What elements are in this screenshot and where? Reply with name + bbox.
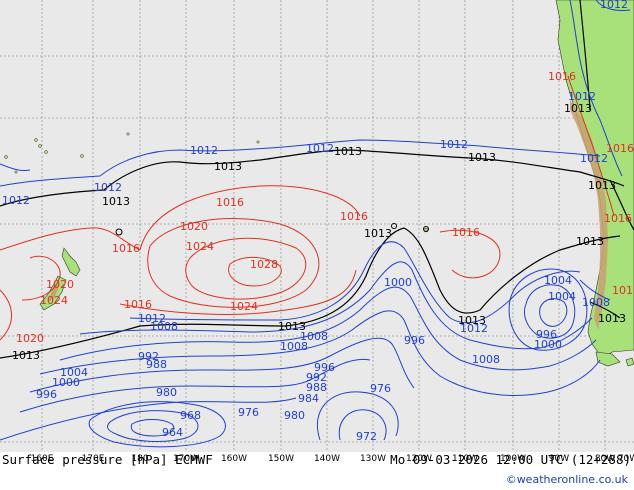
isobar-label: 1013 [364, 227, 392, 240]
isobar-label: 1008 [472, 353, 500, 366]
isobar-label: 1012 [190, 144, 218, 157]
isobar-label: 980 [284, 409, 305, 422]
isobar-label: 1013 [12, 349, 40, 362]
isobar-label: 1013 [576, 235, 604, 248]
isobar-label: 1013 [598, 312, 626, 325]
isobar-label: 980 [156, 386, 177, 399]
isobar-label: 1012 [580, 152, 608, 165]
map-title: Surface pressure [hPa] ECMWF [2, 452, 213, 467]
isobar-label: 1024 [40, 294, 68, 307]
isobar-label: 964 [162, 426, 183, 439]
lon-tick-label: 140W [314, 454, 340, 464]
isobar-label: 976 [370, 382, 391, 395]
isobar-label: 1013 [334, 145, 362, 158]
isobar-label: 988 [146, 358, 167, 371]
isobar-label: 1020 [46, 278, 74, 291]
isobar-label: 984 [298, 392, 319, 405]
isobar-label: 1012 [440, 138, 468, 151]
lon-tick-label: 150W [268, 454, 294, 464]
isobar-label: 1012 [306, 142, 334, 155]
isobar-label: 1013 [102, 195, 130, 208]
isobar-label: 968 [180, 409, 201, 422]
isobar-label: 1016 [452, 226, 480, 239]
isobar-label: 1008 [582, 296, 610, 309]
isobar-label: 1012 [94, 181, 122, 194]
isobar-label: 1020 [16, 332, 44, 345]
isobar-label: 1020 [180, 220, 208, 233]
isobar-label: 1004 [544, 274, 572, 287]
isobar-label: 1013 [214, 160, 242, 173]
isobar-label: 1024 [186, 240, 214, 253]
isobar-label: 1016 [124, 298, 152, 311]
isobar-label: 1024 [230, 300, 258, 313]
isobar-label: 1016 [112, 242, 140, 255]
isobar-label: 972 [356, 430, 377, 443]
pressure-map: 1016 1016 1016 1016 1016 1016 1016 1016 … [0, 0, 634, 464]
isobar-label: 1016 [548, 70, 576, 83]
valid-time: Mo 09-03-2026 12:00 UTC (12+288) [390, 452, 631, 467]
isobar-label: 1012 [2, 194, 30, 207]
isobar-label: 1013 [564, 102, 592, 115]
isobar-label: 1016 [606, 142, 634, 155]
isobar-label: 996 [404, 334, 425, 347]
isobar-label: 1016 [216, 196, 244, 209]
isobar-label: 1008 [150, 320, 178, 333]
isobar-label: 976 [238, 406, 259, 419]
isobar-label: 1016 [604, 212, 632, 225]
isobar-label: 1004 [548, 290, 576, 303]
isobar-label: 1028 [250, 258, 278, 271]
isobar-label: 1013 [468, 151, 496, 164]
isobar-label: 1012 [600, 0, 628, 11]
isobar-label: 1000 [384, 276, 412, 289]
isobar-label: 1013 [588, 179, 616, 192]
isobar-label: 1012 [568, 90, 596, 103]
isobar-label: 1016 [340, 210, 368, 223]
isobar-label: 996 [36, 388, 57, 401]
lon-tick-label: 160W [221, 454, 247, 464]
lon-tick-label: 130W [360, 454, 386, 464]
isobar-label: 1016 [612, 284, 634, 297]
credit-link[interactable]: ©weatheronline.co.uk [506, 473, 628, 486]
isobar-label: 996 [536, 328, 557, 341]
isobar-label: 1008 [280, 340, 308, 353]
